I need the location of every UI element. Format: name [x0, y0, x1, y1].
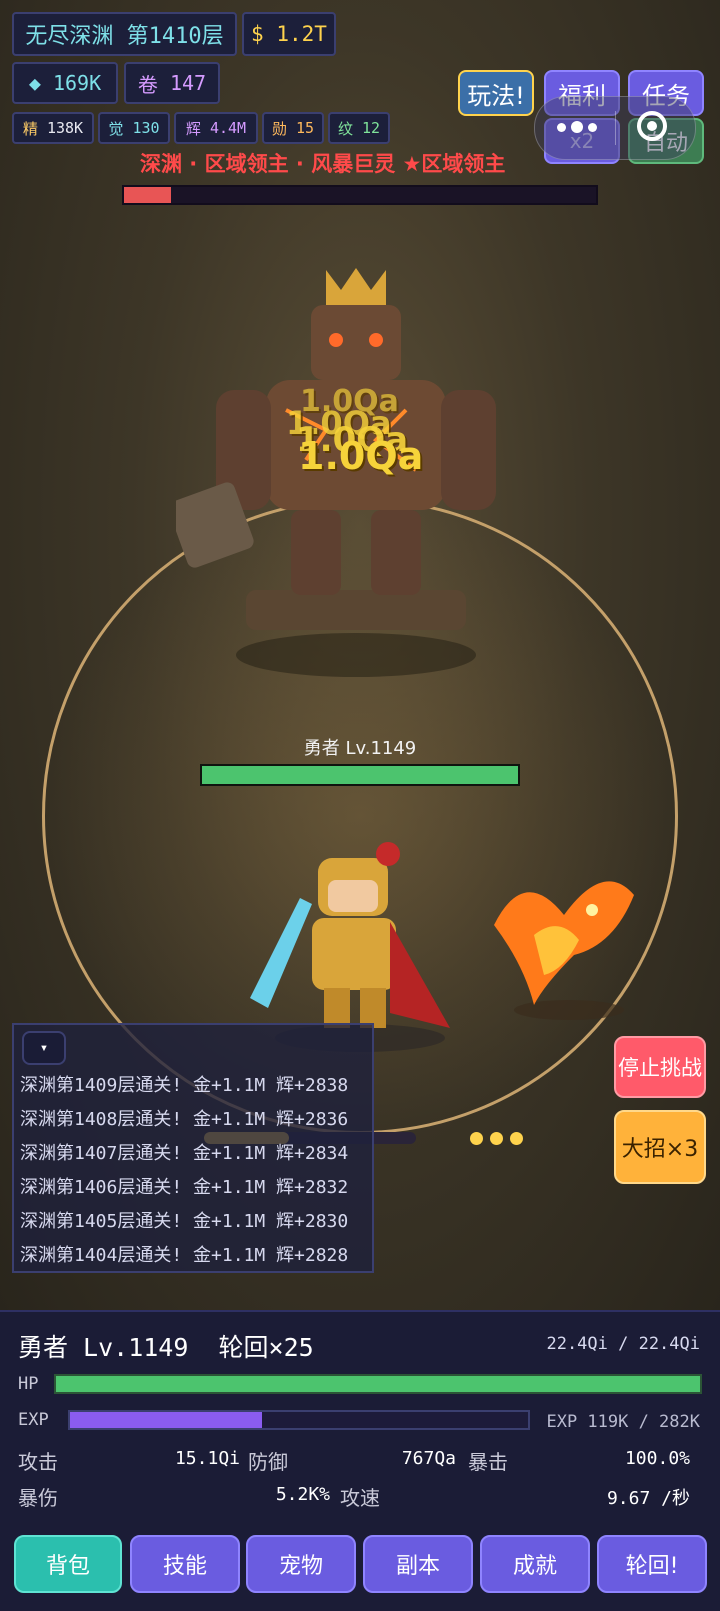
log-line: 深渊第1405层通关! 金+1.1M 辉+2830 — [20, 1211, 349, 1232]
boss-hp-fill — [124, 187, 172, 203]
stat-label: 勋 — [271, 119, 287, 138]
nav-bag-button[interactable]: 背包 — [14, 1535, 122, 1593]
stat-value: 130 — [132, 119, 160, 137]
nav-rebirth-label: 轮回! — [625, 1554, 679, 1579]
stat-value: 4.4M — [209, 119, 247, 137]
stat-chip-medal: 勋 15 — [262, 112, 324, 144]
close-target-icon[interactable] — [637, 111, 667, 141]
stat-value-crit: 100.0% — [624, 1448, 690, 1469]
hero-hp-fill — [202, 766, 518, 784]
stat-label-aspd: 攻速 — [340, 1486, 380, 1510]
nav-achievements-label: 成就 — [512, 1554, 557, 1579]
gold-counter: $ 1.2T — [242, 12, 336, 56]
phoenix-pet-sprite — [494, 881, 634, 1020]
scroll-value: 147 — [169, 71, 207, 95]
gold-icon: $ — [251, 22, 264, 46]
nav-achievements-button[interactable]: 成就 — [480, 1535, 590, 1593]
log-toggle-button[interactable]: ▾ — [22, 1031, 66, 1065]
ultimate-skill-button[interactable]: 大招×3 — [614, 1110, 706, 1184]
gem-icon: ◆ — [28, 71, 41, 95]
nav-bag-label: 背包 — [45, 1554, 90, 1579]
stat-label: 精 — [22, 119, 38, 138]
stat-value: 138K — [46, 119, 84, 137]
log-line: 深渊第1406层通关! 金+1.1M 辉+2832 — [20, 1177, 349, 1198]
stat-label: 纹 — [337, 119, 353, 138]
nav-pets-label: 宠物 — [278, 1554, 323, 1579]
hero-summary: 勇者 Lv.1149 轮回×25 — [18, 1333, 314, 1362]
hp-bar — [54, 1374, 702, 1394]
stat-label-critdmg: 暴伤 — [18, 1486, 58, 1510]
stat-label: 觉 — [108, 119, 124, 138]
stat-value-critdmg: 5.2K% — [275, 1484, 330, 1505]
boss-title: 深渊 · 区域领主 · 风暴巨灵 ★区域领主 — [140, 152, 506, 176]
stat-value: 12 — [361, 119, 381, 137]
nav-pets-button[interactable]: 宠物 — [246, 1535, 356, 1593]
log-line: 深渊第1409层通关! 金+1.1M 辉+2838 — [20, 1075, 349, 1096]
stat-chip-essence: 精 138K — [12, 112, 94, 144]
stat-value-attack: 15.1Qi — [174, 1448, 240, 1469]
stat-value-defense: 767Qa — [401, 1448, 456, 1469]
log-line: 深渊第1407层通关! 金+1.1M 辉+2834 — [20, 1143, 349, 1164]
realm-floor-label: 无尽深渊 第1410层 — [12, 12, 237, 56]
stat-chip-rune: 纹 12 — [328, 112, 390, 144]
stop-challenge-label: 停止挑战 — [618, 1056, 702, 1080]
nav-skills-label: 技能 — [162, 1554, 207, 1579]
battle-log: ▾ 深渊第1409层通关! 金+1.1M 辉+2838 深渊第1408层通关! … — [12, 1023, 374, 1273]
hp-bar-fill — [56, 1376, 700, 1392]
stat-label-attack: 攻击 — [18, 1450, 58, 1474]
exp-bar-fill — [70, 1412, 263, 1428]
exp-label: EXP — [18, 1410, 49, 1430]
stat-chip-glory: 辉 4.4M — [174, 112, 258, 144]
nav-skills-button[interactable]: 技能 — [130, 1535, 240, 1593]
hero-hp-bar — [200, 764, 520, 786]
exp-readout: EXP 119K / 282K — [546, 1412, 700, 1432]
hero-name-tag: 勇者 Lv.1149 — [303, 738, 417, 759]
charge-dots-icon — [470, 1132, 528, 1146]
hp-readout: 22.4Qi / 22.4Qi — [546, 1334, 700, 1354]
nav-dungeon-label: 副本 — [395, 1554, 440, 1579]
play-guide-label: 玩法! — [467, 81, 525, 110]
log-line: 深渊第1404层通关! 金+1.1M 辉+2828 — [20, 1245, 349, 1266]
battle-scene: 无尽深渊 第1410层 $ 1.2T ◆ 169K 卷 147 精 138K 觉… — [0, 0, 720, 1310]
scroll-counter: 卷 147 — [124, 62, 220, 104]
scroll-icon: 卷 — [137, 72, 158, 97]
stat-label: 辉 — [185, 119, 201, 138]
gem-counter: ◆ 169K — [12, 62, 118, 104]
chevron-down-icon: ▾ — [39, 1040, 49, 1056]
log-line: 深渊第1408层通关! 金+1.1M 辉+2836 — [20, 1109, 349, 1130]
boss-hp-bar — [122, 185, 598, 205]
stat-value-aspd: 9.67 /秒 — [606, 1488, 690, 1509]
nav-dungeon-button[interactable]: 副本 — [363, 1535, 473, 1593]
stop-challenge-button[interactable]: 停止挑战 — [614, 1036, 706, 1098]
stat-chip-awaken: 觉 130 — [98, 112, 170, 144]
gold-value: 1.2T — [276, 22, 327, 46]
more-dots-icon[interactable] — [557, 121, 597, 135]
stat-label-defense: 防御 — [248, 1450, 288, 1474]
hp-label: HP — [18, 1374, 39, 1394]
gem-value: 169K — [52, 71, 102, 95]
stat-value: 15 — [295, 119, 315, 137]
play-guide-button[interactable]: 玩法! — [458, 70, 534, 116]
exp-bar — [68, 1410, 530, 1430]
stat-label-crit: 暴击 — [468, 1450, 508, 1474]
ultimate-skill-label: 大招×3 — [621, 1137, 699, 1162]
nav-rebirth-button[interactable]: 轮回! — [597, 1535, 707, 1593]
realm-text: 无尽深渊 第1410层 — [25, 24, 224, 49]
damage-number: 1.0Qa — [298, 434, 424, 478]
